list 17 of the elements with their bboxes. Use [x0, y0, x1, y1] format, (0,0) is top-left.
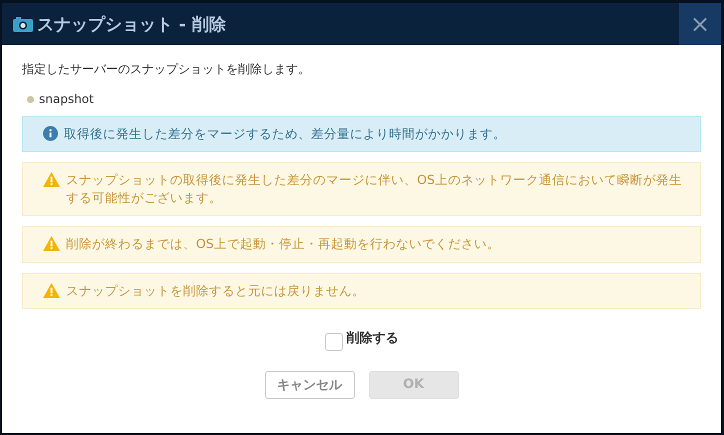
alert-text: 取得後に発生した差分をマージするため、差分量により時間がかかります。	[64, 125, 506, 143]
message: 指定したサーバーのスナップショットを削除します。	[22, 61, 311, 78]
alert-text: 削除が終わるまでは、OS上で起動・停止・再起動を行わないでください。	[66, 235, 500, 254]
cancel-button[interactable]: キャンセル	[264, 370, 354, 399]
alert-text: スナップショットの取得後に発生した差分のマージに伴い、OS上のネットワーク通信において瞬断が発生する可能性がございます。	[66, 171, 683, 208]
snapshot-name: snapshot	[39, 92, 94, 106]
confirm-checkbox[interactable]	[324, 332, 342, 351]
alert-text: スナップショットを削除すると元には戻りません。	[66, 282, 365, 300]
dialog-title: スナップショット - 削除	[37, 14, 226, 36]
warning-icon	[43, 172, 60, 188]
bullet-dot-icon	[27, 96, 34, 102]
warning-icon	[43, 282, 60, 298]
camera-icon	[13, 16, 33, 32]
confirm-label: 削除する	[346, 330, 398, 347]
info-icon	[43, 126, 58, 141]
close-button[interactable]: ×	[679, 3, 721, 45]
warning-icon	[43, 236, 60, 252]
